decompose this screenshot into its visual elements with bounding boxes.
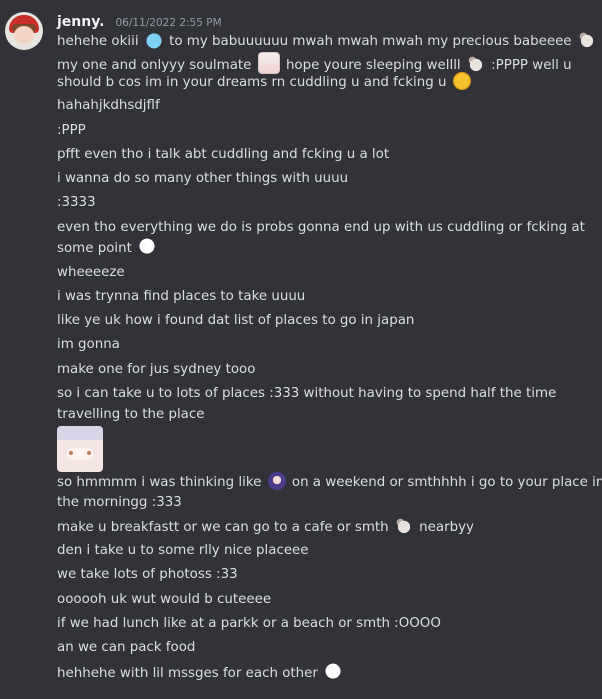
avatar-face (14, 26, 34, 44)
message-line: the morningg :333 (57, 493, 593, 514)
message-line: my one and onlyyy soulmate hope youre sl… (57, 51, 593, 74)
message-text: :PPPP well u (491, 57, 572, 73)
message-text: make u breakfastt or we can go to a cafe… (57, 519, 389, 535)
message-text: hehehe okiii (57, 34, 139, 49)
blue-creature-emoji[interactable] (144, 31, 163, 49)
message-text: on a weekend or smthhhh i go to your pla… (291, 475, 602, 491)
message-text: pfft even tho i talk abt cuddling and fc… (57, 146, 390, 162)
bear-emoji[interactable] (466, 54, 485, 73)
message-line: make one for jus sydney tooo (57, 360, 593, 381)
message-text: we take lots of photoss :33 (57, 567, 238, 583)
message-line: travelling to the place (57, 405, 593, 426)
message-text: den i take u to some rlly nice placeee (57, 543, 309, 559)
message-line: an we can pack food (57, 638, 593, 659)
message-line: we take lots of photoss :33 (57, 565, 593, 586)
message-line: im gonna (57, 335, 593, 356)
message-line: if we had lunch like at a parkk or a bea… (57, 614, 593, 635)
message-text: :3333 (57, 195, 96, 211)
message-text: even tho everything we do is probs gonna… (57, 219, 585, 235)
message-text: an we can pack food (57, 640, 196, 656)
message-text: nearbyy (419, 519, 474, 535)
message-text: like ye uk how i found dat list of place… (57, 313, 415, 329)
message-line: like ye uk how i found dat list of place… (57, 311, 593, 332)
message-line: i was trynna find places to take uuuu (57, 287, 593, 308)
message-line: pfft even tho i talk abt cuddling and fc… (57, 145, 593, 166)
message-line: so i can take u to lots of places :333 w… (57, 384, 593, 405)
message-line: oooooh uk wut would b cuteeee (57, 590, 593, 611)
bear-emoji[interactable] (577, 31, 596, 49)
anime-girl-sticker[interactable] (57, 426, 103, 473)
message-text: travelling to the place (57, 406, 205, 422)
message-line: should b cos im in your dreams rn cuddli… (57, 72, 593, 93)
message-content: hehehe okiii to my babuuuuuu mwah mwah m… (57, 31, 602, 684)
message-line: even tho everything we do is probs gonna… (57, 218, 593, 239)
message-text: i wanna do so many other things with uuu… (57, 171, 349, 187)
message-line: i wanna do so many other things with uuu… (57, 169, 593, 190)
message-text: some point (57, 241, 132, 257)
ghost-emoji[interactable] (324, 662, 343, 681)
ghost-emoji[interactable] (138, 238, 157, 257)
message-text: im gonna (57, 337, 120, 353)
message-text: hope youre sleeping wellll (285, 57, 461, 73)
message-line: make u breakfastt or we can go to a cafe… (57, 516, 593, 538)
message-line: hehehe okiii to my babuuuuuu mwah mwah m… (57, 31, 596, 52)
message-line: den i take u to some rlly nice placeee (57, 541, 593, 562)
message-text: so i can take u to lots of places :333 w… (57, 386, 557, 402)
message-text: should b cos im in your dreams rn cuddli… (57, 75, 447, 90)
message-header: jenny. 06/11/2022 2:55 PM (57, 11, 222, 31)
message-text: hahahjkdhsdjflf (57, 98, 160, 114)
message-text: make one for jus sydney tooo (57, 361, 256, 377)
timestamp[interactable]: 06/11/2022 2:55 PM (115, 17, 221, 29)
message-line: some point (57, 238, 593, 259)
message-group: jenny. 06/11/2022 2:55 PM hehehe okiii t… (0, 0, 602, 699)
message-text: hehhehe with lil mssges for each other (57, 665, 318, 681)
message-line: wheeeeze (57, 263, 593, 284)
message-text: if we had lunch like at a parkk or a bea… (57, 616, 441, 632)
message-line: hehhehe with lil mssges for each other (57, 662, 593, 684)
anime-girl-emoji[interactable] (257, 51, 280, 74)
bear-emoji[interactable] (394, 516, 413, 535)
message-text: my one and onlyyy soulmate (57, 57, 252, 73)
message-text: :PPP (57, 122, 86, 138)
woozy-face-emoji[interactable] (452, 72, 471, 90)
message-text: the morningg :333 (57, 494, 182, 510)
message-line: :3333 (57, 193, 593, 214)
message-line: :PPP (57, 121, 593, 142)
message-text: to my babuuuuuu mwah mwah mwah my precio… (169, 34, 572, 49)
message-text: oooooh uk wut would b cuteeee (57, 591, 272, 607)
message-text: so hmmmm i was thinking like (57, 475, 262, 491)
message-text: wheeeeze (57, 264, 125, 280)
message-line: hahahjkdhsdjflf (57, 96, 593, 117)
avatar[interactable] (5, 12, 43, 50)
purple-hair-girl-emoji[interactable] (267, 472, 286, 491)
username[interactable]: jenny. (57, 14, 104, 30)
message-text: i was trynna find places to take uuuu (57, 288, 306, 304)
message-line: so hmmmm i was thinking like on a weeken… (57, 472, 602, 493)
